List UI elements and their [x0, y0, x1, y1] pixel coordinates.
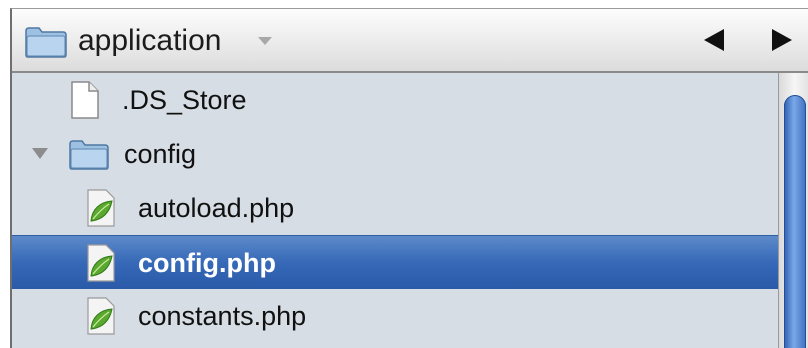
php-leaf-icon	[86, 297, 116, 340]
current-folder-name[interactable]: application	[78, 21, 221, 61]
folder-name: config	[124, 139, 197, 169]
document-icon	[70, 81, 100, 124]
php-leaf-icon	[86, 244, 116, 287]
back-arrow-icon[interactable]	[704, 29, 724, 51]
list-item[interactable]: .DS_Store	[12, 73, 778, 127]
list-item[interactable]: constants.php	[12, 289, 778, 343]
file-list: .DS_Store config autoload.php config.php…	[12, 73, 778, 343]
file-name: constants.php	[138, 301, 307, 331]
forward-arrow-icon[interactable]	[772, 29, 792, 51]
path-bar: application	[12, 9, 808, 73]
list-item-selected[interactable]: config.php	[12, 235, 778, 289]
file-browser-panel: application .DS_Store config autoload.ph…	[10, 8, 808, 348]
list-item[interactable]: config	[12, 127, 778, 181]
folder-icon	[68, 139, 110, 176]
chevron-down-icon[interactable]	[258, 37, 272, 45]
folder-icon	[24, 25, 68, 64]
file-name: autoload.php	[138, 193, 295, 223]
file-name: config.php	[138, 248, 276, 278]
php-leaf-icon	[86, 189, 116, 232]
vertical-scrollbar[interactable]	[778, 73, 808, 348]
disclosure-triangle-icon[interactable]	[32, 148, 48, 159]
file-name: .DS_Store	[122, 85, 247, 115]
list-item[interactable]: autoload.php	[12, 181, 778, 235]
scrollbar-thumb[interactable]	[784, 95, 806, 348]
